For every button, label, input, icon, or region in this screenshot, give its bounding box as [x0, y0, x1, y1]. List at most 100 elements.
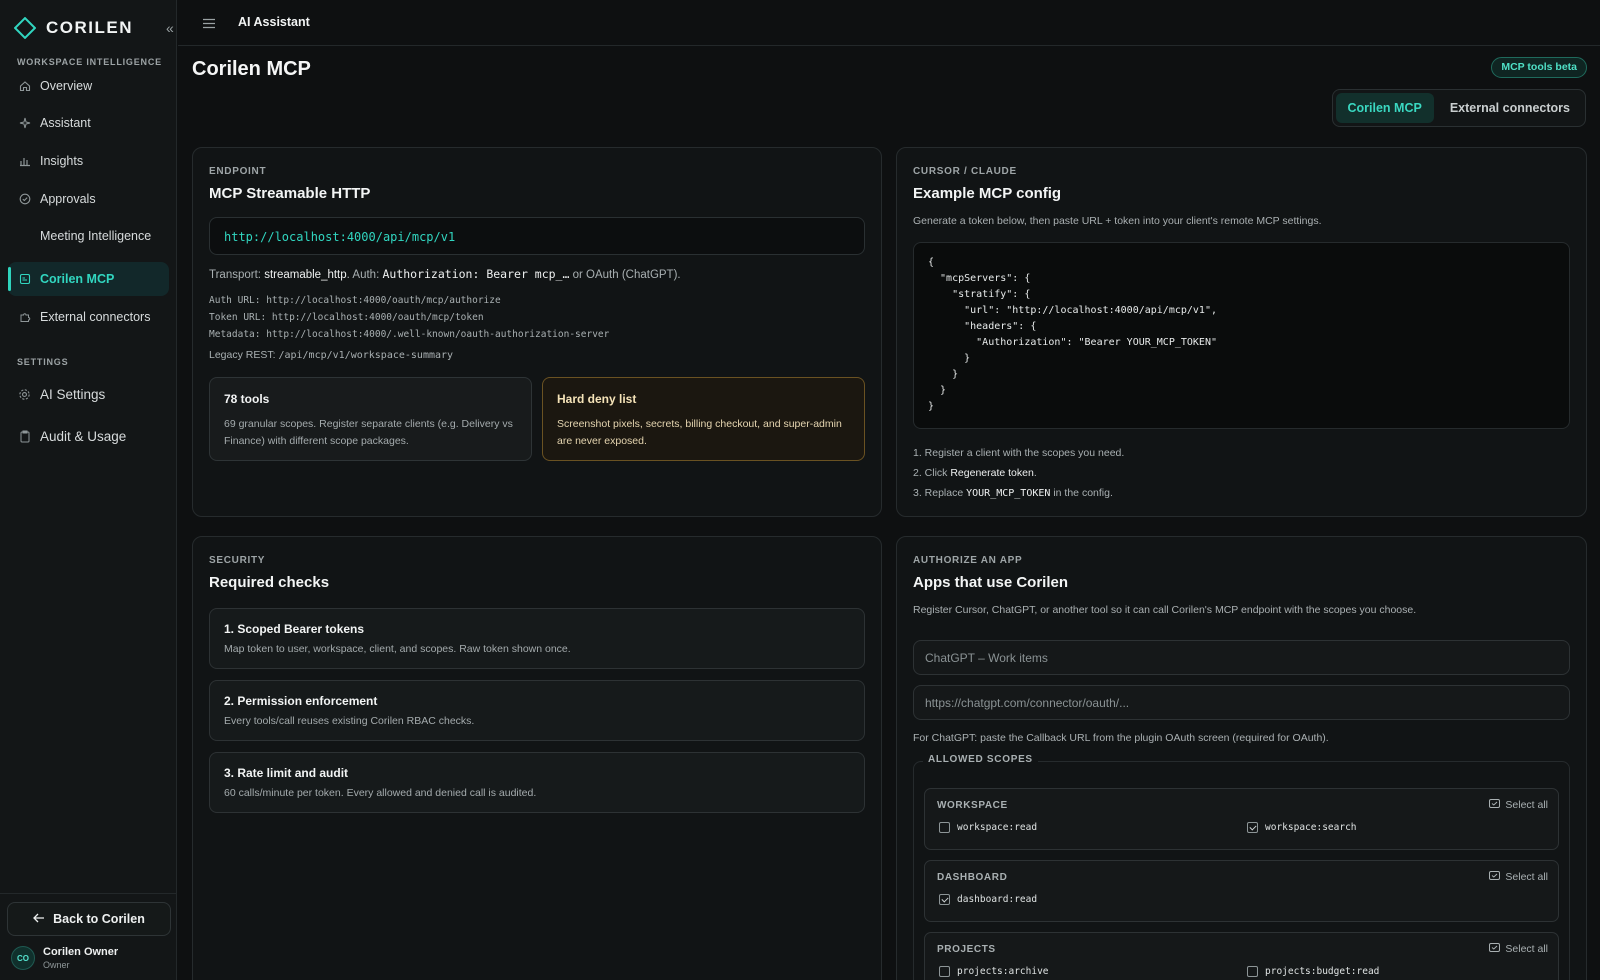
page-title: Corilen MCP — [192, 58, 311, 80]
user-role: Owner — [43, 960, 70, 970]
callback-url-input[interactable] — [913, 685, 1570, 720]
card-eyebrow: ENDPOINT — [209, 166, 267, 177]
mcp-icon — [18, 273, 31, 286]
bar-chart-icon — [18, 155, 31, 168]
auth-label: . Auth: — [346, 269, 383, 281]
gear-icon — [18, 388, 31, 401]
card-eyebrow: CURSOR / CLAUDE — [913, 166, 1017, 177]
card-eyebrow: AUTHORIZE AN APP — [913, 555, 1023, 566]
check-item: 2. Permission enforcement Every tools/ca… — [209, 680, 865, 741]
sidebar-item-overview[interactable]: Overview — [8, 69, 169, 103]
tools-desc: 69 granular scopes. Register separate cl… — [224, 418, 513, 447]
scope-group-title: WORKSPACE — [937, 800, 1008, 811]
check-item: 1. Scoped Bearer tokens Map token to use… — [209, 608, 865, 669]
select-all-label: Select all — [1505, 943, 1548, 955]
scope-group-projects: PROJECTS Select all projects:archive pro… — [924, 932, 1559, 980]
tab-external-connectors[interactable]: External connectors — [1438, 93, 1582, 123]
sidebar-item-insights[interactable]: Insights — [8, 144, 169, 178]
scope-checkbox-row[interactable]: projects:budget:read — [1247, 966, 1379, 977]
select-all-button[interactable]: Select all — [1489, 943, 1548, 955]
brand-name: CORILEN — [46, 18, 133, 37]
sidebar-item-label: Meeting Intelligence — [40, 229, 152, 243]
brand[interactable]: CORILEN — [14, 17, 133, 39]
scope-checkbox-row[interactable]: projects:archive — [939, 966, 1049, 977]
check-item: 3. Rate limit and audit 60 calls/minute … — [209, 752, 865, 813]
config-card: CURSOR / CLAUDE Example MCP config Gener… — [896, 147, 1587, 517]
back-to-corilen-button[interactable]: Back to Corilen — [7, 902, 171, 936]
sidebar-item-assistant[interactable]: Assistant — [8, 106, 169, 140]
sidebar-footer: Back to Corilen CO Corilen Owner Owner — [0, 893, 177, 980]
topbar-title: AI Assistant — [238, 15, 310, 29]
step-3-suffix: in the config. — [1050, 487, 1113, 499]
transport-info: Transport: streamable_http. Auth: Author… — [209, 267, 681, 281]
select-all-button[interactable]: Select all — [1489, 871, 1548, 883]
select-all-button[interactable]: Select all — [1489, 799, 1548, 811]
sidebar-item-external-connectors[interactable]: External connectors — [8, 300, 169, 334]
scope-group-dashboard: DASHBOARD Select all dashboard:read — [924, 860, 1559, 922]
sidebar-item-label: Approvals — [40, 192, 96, 206]
card-description: Generate a token below, then paste URL +… — [913, 215, 1322, 227]
scope-group-title: PROJECTS — [937, 944, 996, 955]
card-eyebrow: SECURITY — [209, 555, 266, 566]
deny-desc: Screenshot pixels, secrets, billing chec… — [557, 418, 842, 447]
sidebar: CORILEN « WORKSPACE INTELLIGENCE Overvie… — [0, 0, 177, 980]
scope-checkbox[interactable] — [1247, 822, 1258, 833]
sidebar-item-label: Insights — [40, 154, 84, 168]
sidebar-item-ai-settings[interactable]: AI Settings — [8, 377, 169, 411]
sidebar-item-corilen-mcp[interactable]: Corilen MCP — [8, 262, 169, 296]
clipboard-icon — [18, 430, 31, 443]
sidebar-item-label: External connectors — [40, 310, 151, 324]
step-3-prefix: 3. Replace — [913, 487, 967, 499]
scope-checkbox-row[interactable]: workspace:read — [939, 822, 1037, 833]
transport-label: Transport: — [209, 269, 265, 281]
deny-title: Hard deny list — [557, 392, 637, 406]
step-2: 2. Click Regenerate token. — [913, 467, 1037, 479]
security-card: SECURITY Required checks 1. Scoped Beare… — [192, 536, 882, 980]
menu-icon[interactable] — [202, 17, 216, 32]
scope-label: dashboard:read — [957, 894, 1038, 905]
status-badge: MCP tools beta — [1491, 57, 1587, 78]
card-title: Apps that use Corilen — [913, 574, 1069, 591]
allowed-scopes-fieldset: ALLOWED SCOPES WORKSPACE Select all work… — [913, 754, 1570, 980]
auth-url: Auth URL: http://localhost:4000/oauth/mc… — [209, 295, 501, 306]
avatar: CO — [11, 946, 35, 970]
scope-checkbox-row[interactable]: workspace:search — [1247, 822, 1357, 833]
scope-label: projects:archive — [957, 966, 1049, 977]
sidebar-item-label: AI Settings — [40, 386, 106, 402]
scope-checkbox-row[interactable]: dashboard:read — [939, 894, 1037, 905]
legacy-path: /api/mcp/v1/workspace-summary — [278, 350, 454, 361]
scope-checkbox[interactable] — [939, 894, 950, 905]
logo-icon — [14, 17, 36, 39]
endpoint-card: ENDPOINT MCP Streamable HTTP http://loca… — [192, 147, 882, 517]
card-title: MCP Streamable HTTP — [209, 185, 371, 202]
endpoint-url[interactable]: http://localhost:4000/api/mcp/v1 — [209, 217, 865, 255]
scope-checkbox[interactable] — [939, 822, 950, 833]
tab-corilen-mcp[interactable]: Corilen MCP — [1335, 93, 1434, 123]
sidebar-item-audit-usage[interactable]: Audit & Usage — [8, 419, 169, 453]
sidebar-item-approvals[interactable]: Approvals — [8, 182, 169, 216]
config-code-block[interactable]: { "mcpServers": { "stratify": { "url": "… — [913, 242, 1570, 429]
topbar: AI Assistant — [178, 0, 1600, 46]
back-button-label: Back to Corilen — [53, 912, 145, 926]
check-desc: Every tools/call reuses existing Corilen… — [224, 715, 475, 727]
user-profile[interactable]: CO Corilen Owner Owner — [11, 946, 118, 970]
transport-value: streamable_http — [264, 269, 347, 281]
legacy-rest: Legacy REST: /api/mcp/v1/workspace-summa… — [209, 349, 453, 361]
callback-help-text: For ChatGPT: paste the Callback URL from… — [913, 732, 1329, 744]
select-all-icon — [1489, 871, 1501, 883]
section-label-workspace: WORKSPACE INTELLIGENCE — [17, 57, 162, 67]
sidebar-item-label: Audit & Usage — [40, 428, 127, 444]
collapse-sidebar-icon[interactable]: « — [166, 20, 174, 36]
select-all-icon — [1489, 799, 1501, 811]
sidebar-item-meeting-intelligence[interactable]: Meeting Intelligence — [8, 219, 169, 253]
select-all-label: Select all — [1505, 871, 1548, 883]
app-name-input[interactable] — [913, 640, 1570, 675]
deny-list-card: Hard deny list Screenshot pixels, secret… — [542, 377, 865, 461]
legacy-label: Legacy REST: — [209, 349, 279, 361]
step-2-suffix: . — [1033, 467, 1037, 479]
step-3-token: YOUR_MCP_TOKEN — [966, 488, 1051, 499]
user-name: Corilen Owner — [43, 946, 119, 958]
scope-checkbox[interactable] — [939, 966, 950, 977]
card-description: Register Cursor, ChatGPT, or another too… — [913, 604, 1417, 616]
scope-checkbox[interactable] — [1247, 966, 1258, 977]
